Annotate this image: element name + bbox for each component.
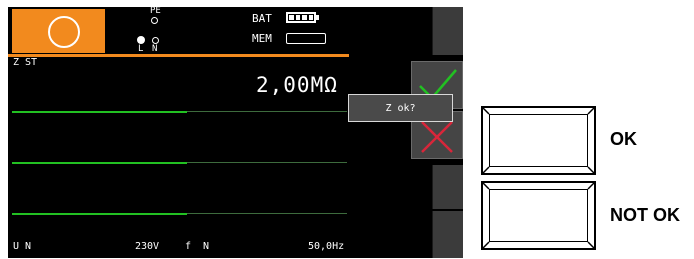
battery-tip — [316, 15, 319, 20]
measurement-mode: Z ST — [13, 57, 38, 68]
measurement-reading: 2,00MΩ — [256, 73, 338, 97]
battery-label: BAT — [252, 12, 272, 25]
measurement-line-1 — [12, 111, 187, 113]
terminal-n-circle — [152, 37, 159, 44]
voltage-label: U N — [13, 241, 32, 252]
terminal-pe-label: PE — [150, 6, 161, 16]
measurement-line-3-ext — [187, 213, 347, 214]
status-header: PE L N BAT MEM — [8, 7, 433, 55]
header-divider — [8, 54, 349, 57]
terminal-l-label: L — [138, 44, 144, 54]
measurement-line-2-ext — [187, 162, 347, 163]
circle-icon — [48, 16, 80, 48]
terminal-l-dot — [137, 36, 145, 44]
memory-icon — [286, 33, 326, 44]
frequency-value: 50,0Hz — [308, 241, 345, 252]
battery-icon — [286, 12, 316, 23]
measurement-line-1-ext — [187, 111, 347, 112]
measurement-line-2 — [12, 162, 187, 164]
ok-key-label: OK — [610, 129, 637, 149]
reading-value: 2,00 — [256, 73, 311, 97]
device-screen: PE L N BAT MEM Z ST 2,00MΩ Z ok? U N 230… — [8, 7, 463, 258]
voltage-value: 230V — [135, 241, 160, 252]
reading-unit: MΩ — [310, 73, 338, 97]
side-key-4[interactable] — [432, 165, 463, 209]
memory-label: MEM — [252, 32, 272, 45]
frequency-label: f N — [185, 241, 210, 252]
terminal-n-label: N — [152, 44, 158, 54]
side-key-5[interactable] — [432, 211, 463, 258]
measurement-line-3 — [12, 213, 187, 215]
side-key-1[interactable] — [432, 7, 463, 55]
mode-button[interactable] — [12, 9, 105, 53]
not-ok-key-label: NOT OK — [610, 205, 680, 225]
terminal-pe-circle — [151, 17, 158, 24]
confirm-dialog: Z ok? — [348, 94, 453, 122]
not-ok-key-illustration — [481, 181, 596, 250]
ok-key-illustration — [481, 106, 596, 175]
dialog-question: Z ok? — [385, 102, 416, 114]
